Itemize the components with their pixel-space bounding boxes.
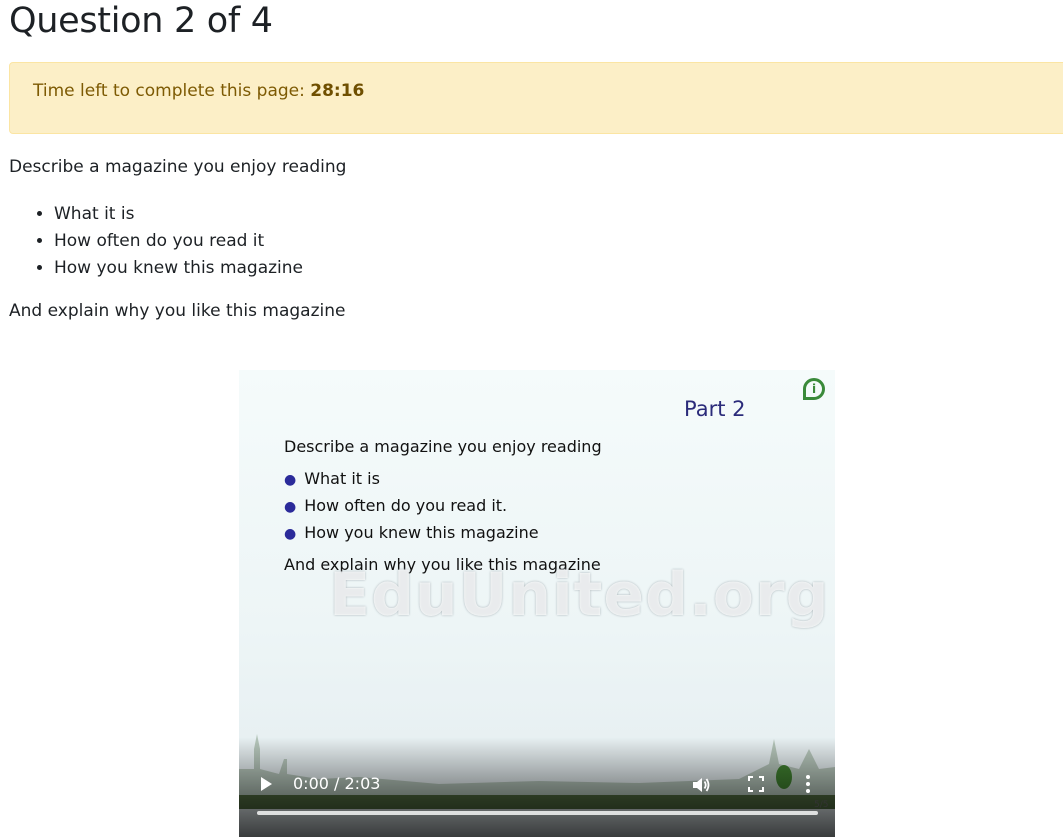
fullscreen-icon[interactable]	[747, 775, 765, 793]
timer-value: 28:16	[310, 81, 365, 101]
slide-prompt: Describe a magazine you enjoy reading	[284, 437, 602, 456]
play-icon[interactable]	[259, 774, 275, 794]
timer-text: Time left to complete this page: 28:16	[33, 81, 364, 101]
slide-bullet: ● How you knew this magazine	[284, 523, 539, 542]
question-closing: And explain why you like this magazine	[9, 301, 346, 321]
timer-label: Time left to complete this page:	[33, 81, 311, 101]
slide-bullet: ● What it is	[284, 469, 380, 488]
list-item: How you knew this magazine	[54, 255, 303, 282]
question-bullets: What it is How often do you read it How …	[9, 201, 303, 282]
list-item: How often do you read it	[54, 228, 303, 255]
logo-icon: i	[803, 378, 825, 400]
watermark-text: EduUnited.org	[329, 560, 830, 630]
video-progress-bar[interactable]	[257, 811, 818, 815]
list-item: What it is	[54, 201, 303, 228]
slide-part-label: Part 2	[684, 397, 746, 421]
slide-bullet: ● How often do you read it.	[284, 496, 508, 515]
page-title: Question 2 of 4	[9, 1, 273, 41]
video-player[interactable]: i Part 2 Describe a magazine you enjoy r…	[239, 370, 835, 837]
volume-icon[interactable]	[691, 775, 711, 795]
question-prompt: Describe a magazine you enjoy reading	[9, 157, 347, 177]
time-readout: 0:00 / 2:03	[293, 774, 381, 793]
more-options-icon[interactable]	[805, 774, 811, 794]
slide-page-number: 5/5	[814, 800, 829, 810]
timer-alert: Time left to complete this page: 28:16	[9, 62, 1063, 134]
